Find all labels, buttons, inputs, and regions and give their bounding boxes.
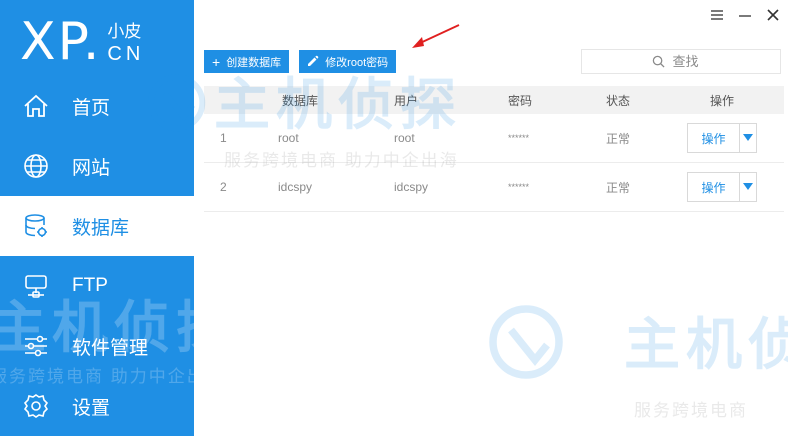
header-password: 密码 [508, 93, 533, 108]
menu-button[interactable] [708, 6, 726, 24]
main-panel: + 创建数据库 修改root密码 查找 数据库 用户 密码 状态 操作 1 ro… [148, 0, 788, 436]
action-button-group: 操作 [687, 172, 757, 202]
row-action-cell: 操作 [660, 172, 784, 202]
logo-main: XP. [20, 12, 102, 72]
row-database: idcspy [278, 180, 313, 194]
header-database: 数据库 [282, 93, 319, 108]
search-input[interactable] [670, 53, 711, 70]
close-button[interactable] [764, 6, 782, 24]
table-row: 2 idcspy idcspy ****** 正常 操作 [204, 163, 784, 212]
sliders-icon [22, 332, 50, 360]
sidebar-item-home[interactable]: 首页 [0, 76, 194, 136]
sidebar-item-label: 网站 [72, 157, 111, 179]
menu-icon [711, 10, 723, 20]
sidebar-item-settings[interactable]: 设置 [0, 376, 194, 436]
search-icon [652, 55, 665, 68]
sidebar-item-ftp[interactable]: FTP [0, 256, 194, 316]
server-icon [22, 272, 50, 300]
row-action-cell: 操作 [660, 123, 784, 153]
sidebar-item-database[interactable]: 数据库 [0, 196, 194, 256]
sidebar-item-label: 首页 [72, 97, 111, 119]
action-button[interactable]: 操作 [688, 173, 740, 201]
sidebar-item-website[interactable]: 网站 [0, 136, 194, 196]
pencil-icon [307, 55, 319, 69]
create-database-button[interactable]: + 创建数据库 [204, 50, 290, 73]
row-status: 正常 [606, 180, 631, 195]
window-controls [708, 6, 782, 24]
sidebar-item-software[interactable]: 软件管理 [0, 316, 194, 376]
sidebar-item-label: 设置 [72, 397, 111, 419]
header-status: 状态 [606, 93, 631, 108]
home-icon [22, 92, 50, 120]
globe-icon [22, 152, 50, 180]
action-dropdown-toggle[interactable] [740, 124, 756, 152]
header-user: 用户 [394, 93, 419, 108]
action-button[interactable]: 操作 [688, 124, 740, 152]
row-password: ****** [508, 133, 530, 143]
sidebar-item-label: 数据库 [72, 217, 130, 239]
create-database-label: 创建数据库 [226, 56, 282, 69]
search-box[interactable] [581, 49, 781, 74]
header-action: 操作 [709, 93, 734, 108]
table-row: 1 root root ****** 正常 操作 [204, 114, 784, 163]
minimize-icon [739, 15, 751, 17]
annotation-arrow [412, 24, 460, 48]
action-dropdown-toggle[interactable] [740, 173, 756, 201]
minimize-button[interactable] [736, 6, 754, 24]
row-user: idcspy [394, 180, 429, 194]
sidebar-item-label: 软件管理 [72, 337, 149, 359]
table-header: 数据库 用户 密码 状态 操作 [204, 86, 784, 114]
row-id: 1 [220, 131, 227, 145]
app-window: XP. 小皮 CN 首页 网站 数据库 FTP 软件管理 设置 + 创建数据库 … [0, 0, 788, 436]
caret-down-icon [743, 183, 753, 190]
logo-side: 小皮 CN [107, 22, 144, 66]
gear-icon [22, 392, 50, 420]
logo-en: CN [107, 43, 145, 65]
row-id: 2 [220, 180, 227, 194]
logo-cn: 小皮 [107, 22, 142, 41]
close-icon [767, 9, 779, 21]
database-table: 数据库 用户 密码 状态 操作 1 root root ****** 正常 操作 [204, 86, 784, 436]
database-icon [22, 212, 50, 240]
row-user: root [394, 131, 415, 145]
change-root-password-label: 修改root密码 [325, 56, 389, 69]
logo: XP. 小皮 CN [0, 0, 194, 76]
sidebar-item-label: FTP [72, 275, 108, 296]
change-root-password-button[interactable]: 修改root密码 [299, 50, 397, 73]
sidebar: XP. 小皮 CN 首页 网站 数据库 FTP 软件管理 设置 [0, 0, 194, 436]
row-database: root [278, 131, 299, 145]
toolbar: + 创建数据库 修改root密码 [204, 50, 397, 73]
plus-icon: + [212, 53, 221, 70]
row-status: 正常 [606, 131, 631, 146]
action-button-group: 操作 [687, 123, 757, 153]
caret-down-icon [743, 134, 753, 141]
row-password: ****** [508, 182, 530, 192]
